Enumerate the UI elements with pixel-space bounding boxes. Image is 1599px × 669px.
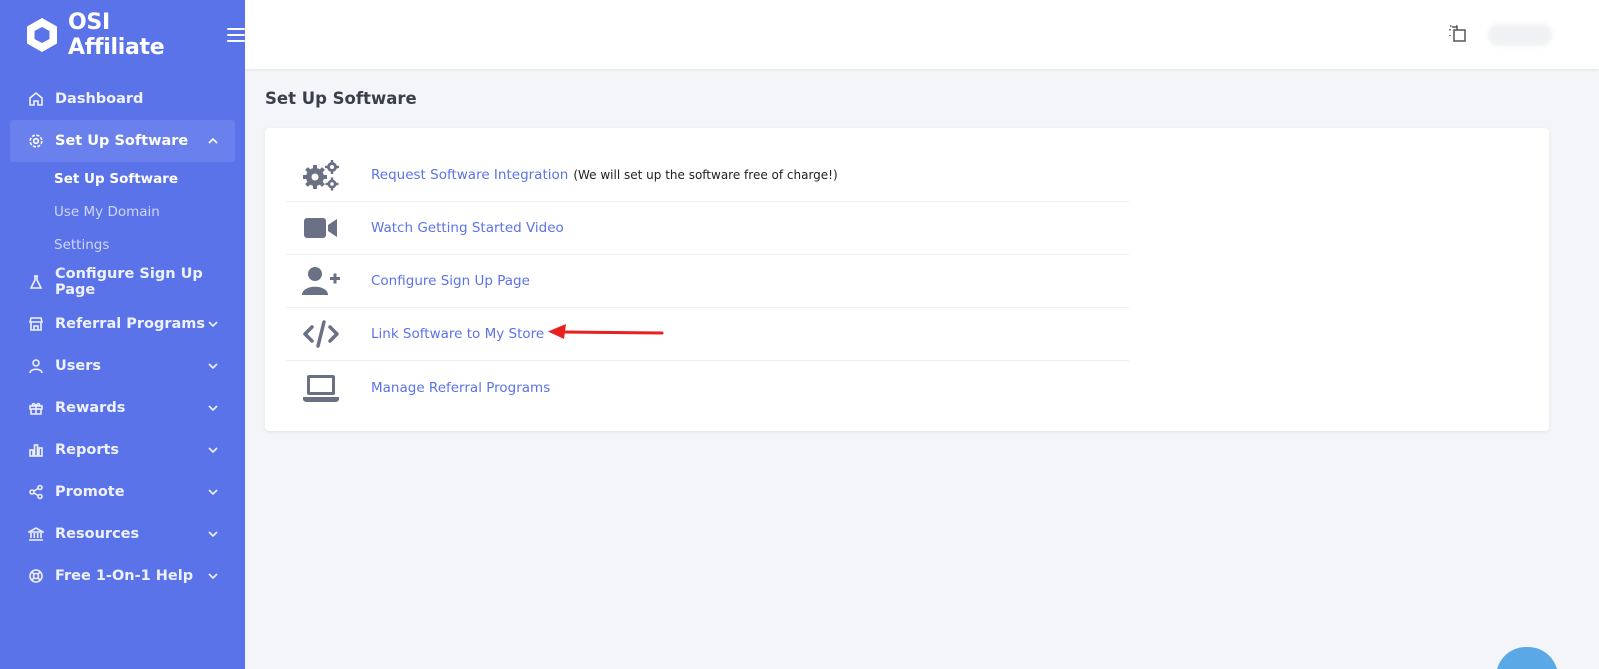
- sidebar-item-promote[interactable]: Promote: [0, 471, 245, 513]
- sidebar-item-resources[interactable]: Resources: [0, 513, 245, 555]
- sidebar-item-label: Rewards: [55, 400, 126, 416]
- bank-icon: [27, 525, 45, 543]
- home-icon: [27, 90, 45, 108]
- laptop-icon: [286, 373, 356, 403]
- sidebar-subitem-settings[interactable]: Settings: [0, 228, 245, 261]
- code-icon: [286, 320, 356, 348]
- sidebar-item-configure-sign-up-page[interactable]: Configure Sign Up Page: [0, 261, 245, 303]
- sidebar-item-reports[interactable]: Reports: [0, 429, 245, 471]
- top-bar: [245, 0, 1599, 69]
- sidebar: OSI Affiliate Dashboard Set Up Software …: [0, 0, 245, 669]
- share-icon: [27, 483, 45, 501]
- menu-toggle-icon[interactable]: [227, 28, 245, 42]
- sidebar-item-label: Resources: [55, 526, 140, 542]
- sidebar-nav: Dashboard Set Up Software Set Up Softwar…: [0, 78, 245, 597]
- manage-referral-programs-link[interactable]: Manage Referral Programs: [371, 380, 550, 396]
- list-item-watch-video: Watch Getting Started Video: [286, 202, 1129, 255]
- brand-logo-icon[interactable]: [23, 16, 61, 54]
- sidebar-item-rewards[interactable]: Rewards: [0, 387, 245, 429]
- store-icon: [27, 315, 45, 333]
- sidebar-item-label: Users: [55, 358, 102, 374]
- annotation-arrow-icon: [548, 322, 666, 342]
- chevron-down-icon: [207, 570, 219, 582]
- sidebar-subitem-set-up-software[interactable]: Set Up Software: [0, 162, 245, 195]
- sidebar-item-referral-programs[interactable]: Referral Programs: [0, 303, 245, 345]
- user-plus-icon: [286, 266, 356, 296]
- brand: OSI Affiliate: [0, 0, 245, 70]
- chevron-down-icon: [207, 402, 219, 414]
- fullscreen-icon[interactable]: [1448, 24, 1468, 44]
- setup-card: Request Software Integration (We will se…: [265, 128, 1549, 431]
- list-item-configure-sign-up: Configure Sign Up Page: [286, 255, 1129, 308]
- sidebar-item-users[interactable]: Users: [0, 345, 245, 387]
- video-camera-icon: [286, 216, 356, 240]
- chevron-down-icon: [207, 360, 219, 372]
- chevron-down-icon: [207, 528, 219, 540]
- page-title: Set Up Software: [265, 89, 417, 108]
- lifebuoy-icon: [27, 567, 45, 585]
- watch-getting-started-video-link[interactable]: Watch Getting Started Video: [371, 220, 564, 236]
- chevron-down-icon: [207, 318, 219, 330]
- gears-icon: [286, 159, 356, 191]
- gift-icon: [27, 399, 45, 417]
- sidebar-item-label: Reports: [55, 442, 120, 458]
- free-of-charge-note: (We will set up the software free of cha…: [573, 168, 838, 182]
- sidebar-item-label: Free 1-On-1 Help: [55, 568, 194, 584]
- flask-icon: [27, 273, 45, 291]
- user-icon: [27, 357, 45, 375]
- chevron-down-icon: [207, 444, 219, 456]
- sidebar-item-label: Set Up Software: [55, 133, 189, 149]
- sidebar-item-label: Configure Sign Up Page: [55, 266, 203, 298]
- sidebar-item-label: Promote: [55, 484, 125, 500]
- sidebar-item-dashboard[interactable]: Dashboard: [0, 78, 245, 120]
- bar-chart-icon: [27, 441, 45, 459]
- sidebar-item-label: Referral Programs: [55, 316, 206, 332]
- sidebar-item-set-up-software[interactable]: Set Up Software: [10, 120, 235, 162]
- sidebar-item-free-help[interactable]: Free 1-On-1 Help: [0, 555, 245, 597]
- request-software-integration-link[interactable]: Request Software Integration: [371, 167, 568, 183]
- list-item-request-integration: Request Software Integration (We will se…: [286, 149, 1129, 202]
- configure-sign-up-page-link[interactable]: Configure Sign Up Page: [371, 273, 530, 289]
- settings-gear-icon: [27, 132, 45, 150]
- sidebar-subitem-use-my-domain[interactable]: Use My Domain: [0, 195, 245, 228]
- chat-widget-icon[interactable]: [1496, 647, 1558, 669]
- chevron-up-icon: [207, 135, 219, 147]
- chevron-down-icon: [207, 486, 219, 498]
- user-avatar-blurred[interactable]: [1488, 24, 1552, 46]
- brand-name: OSI Affiliate: [68, 10, 165, 60]
- link-software-to-my-store-link[interactable]: Link Software to My Store: [371, 326, 544, 342]
- list-item-manage-programs: Manage Referral Programs: [286, 361, 1129, 414]
- sidebar-item-label: Dashboard: [55, 91, 144, 107]
- list-item-link-software: Link Software to My Store: [286, 308, 1129, 361]
